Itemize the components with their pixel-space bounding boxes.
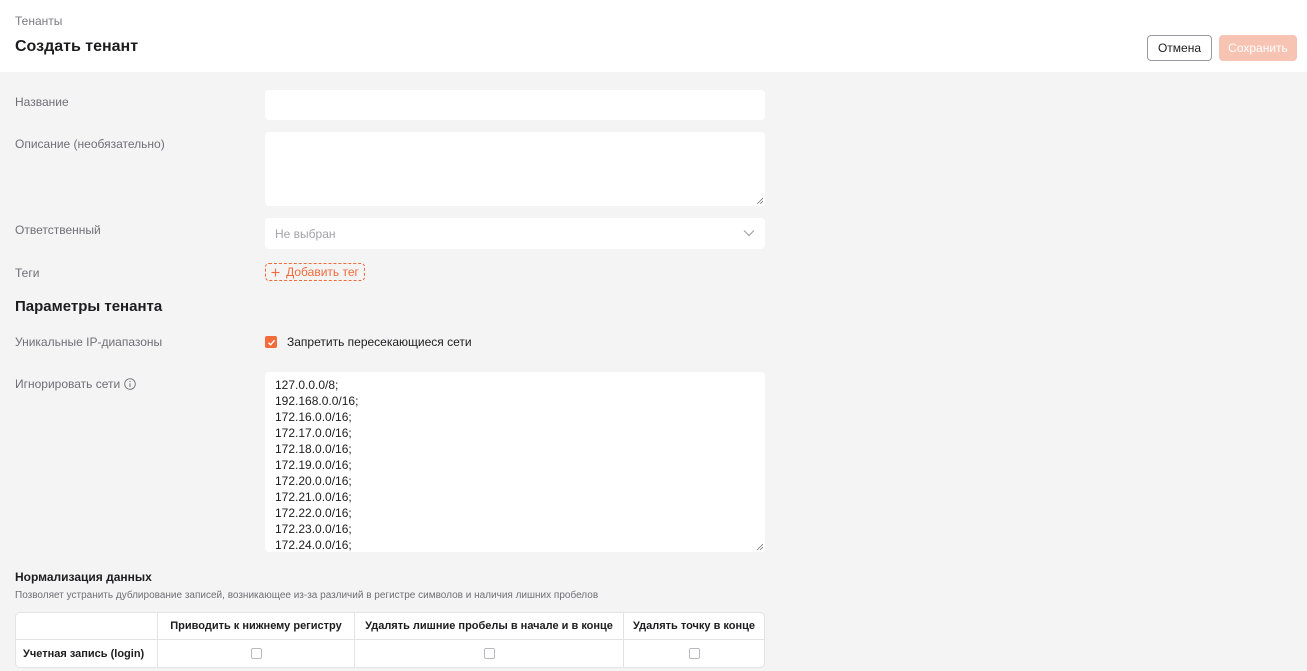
forbid-overlap-checkbox[interactable]: Запретить пересекающиеся сети <box>265 335 472 349</box>
forbid-overlap-text: Запретить пересекающиеся сети <box>287 335 472 349</box>
tenant-params-title: Параметры тенанта <box>15 298 163 315</box>
page-header: Тенанты Создать тенант Отмена Сохранить <box>0 0 1307 72</box>
row-label-login: Учетная запись (login) <box>16 640 158 667</box>
network-line: 172.17.0.0/16; <box>275 426 352 440</box>
network-line: 127.0.0.0/8; <box>275 378 339 392</box>
remove-dot-cell <box>624 640 764 667</box>
checkmark-icon <box>267 339 275 346</box>
normalization-title: Нормализация данных <box>15 570 152 584</box>
save-button[interactable]: Сохранить <box>1219 35 1297 61</box>
table-row: Учетная запись (login) <box>16 640 764 667</box>
trim-spaces-cell <box>355 640 624 667</box>
network-line: 192.168.0.0/16; <box>275 394 359 408</box>
resize-handle-icon[interactable] <box>756 543 763 550</box>
description-label: Описание (необязательно) <box>15 137 165 151</box>
checkbox-checked-icon[interactable] <box>265 336 277 348</box>
network-line: 172.22.0.0/16; <box>275 506 352 520</box>
trim-spaces-checkbox[interactable] <box>483 648 495 659</box>
table-header-cell: Приводить к нижнему регистру <box>158 613 355 639</box>
name-label: Название <box>15 95 69 109</box>
description-textarea[interactable] <box>265 132 765 206</box>
lowercase-checkbox[interactable] <box>250 648 262 659</box>
network-line: 172.20.0.0/16; <box>275 474 352 488</box>
owner-label: Ответственный <box>15 223 101 237</box>
name-input[interactable] <box>265 90 765 120</box>
owner-select-placeholder: Не выбран <box>275 226 336 241</box>
plus-icon <box>271 268 280 276</box>
table-header-cell: Удалять точку в конце <box>632 620 756 632</box>
cancel-button[interactable]: Отмена <box>1147 35 1212 61</box>
network-line: 172.16.0.0/16; <box>275 410 352 424</box>
normalization-subtitle: Позволяет устранить дублирование записей… <box>15 590 599 601</box>
network-line: 172.18.0.0/16; <box>275 442 352 456</box>
network-line: 172.21.0.0/16; <box>275 490 352 504</box>
breadcrumb[interactable]: Тенанты <box>15 14 62 28</box>
page-title: Создать тенант <box>15 38 139 55</box>
add-tag-label: Добавить тег <box>286 265 359 279</box>
chevron-down-icon <box>743 230 755 237</box>
ignore-networks-label-row: Игнорировать сети <box>15 377 136 391</box>
network-line: 172.24.0.0/16; <box>275 538 352 552</box>
tags-label: Теги <box>15 266 40 280</box>
normalization-table: Приводить к нижнему регистру Удалять лиш… <box>15 612 765 668</box>
remove-dot-checkbox[interactable] <box>688 648 700 659</box>
unique-ip-label: Уникальные IP-диапазоны <box>15 335 163 349</box>
ignore-networks-textarea[interactable]: 127.0.0.0/8; 192.168.0.0/16; 172.16.0.0/… <box>265 372 765 552</box>
network-line: 172.23.0.0/16; <box>275 522 352 536</box>
resize-handle-icon[interactable] <box>756 197 763 204</box>
add-tag-button[interactable]: Добавить тег <box>265 263 365 281</box>
owner-select[interactable]: Не выбран <box>265 218 765 249</box>
table-header-row: Приводить к нижнему регистру Удалять лиш… <box>16 613 764 640</box>
info-icon[interactable] <box>124 378 136 390</box>
table-header-cell <box>16 613 158 639</box>
table-header-cell: Удалять лишние пробелы в начале и в конц… <box>355 613 624 639</box>
lowercase-cell <box>158 640 355 667</box>
network-line: 172.19.0.0/16; <box>275 458 352 472</box>
ignore-networks-label: Игнорировать сети <box>15 377 121 391</box>
